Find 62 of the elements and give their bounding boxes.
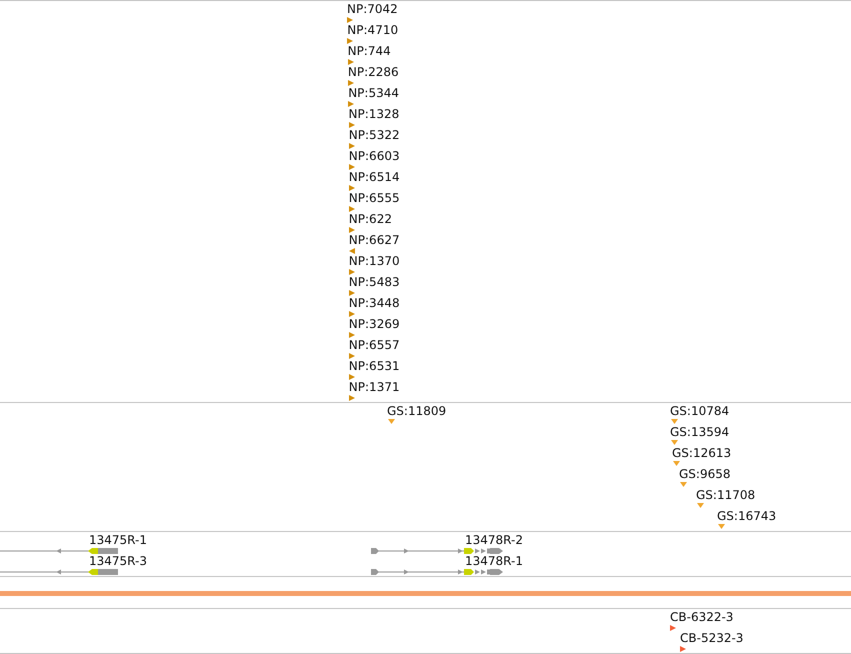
feature-label: GS:13594 [670, 425, 730, 439]
triangle-marker-icon[interactable] [348, 248, 355, 254]
feature-label: NP:3269 [348, 317, 400, 331]
feature-label: NP:5344 [348, 86, 399, 100]
triangle-marker-icon[interactable] [348, 185, 355, 191]
feature-label: GS:9658 [679, 467, 730, 481]
triangle-marker-icon[interactable] [348, 353, 355, 359]
triangle-marker-icon[interactable] [718, 524, 725, 529]
feature-label: NP:2286 [348, 65, 399, 79]
feature-label: NP:5322 [348, 128, 400, 142]
gene-label: 13475R-3 [89, 554, 147, 568]
feature-label: NP:7042 [347, 2, 398, 16]
triangle-marker-icon[interactable] [348, 395, 355, 401]
triangle-marker-icon[interactable] [673, 461, 680, 466]
triangle-marker-icon[interactable] [348, 143, 355, 149]
feature-label: NP:1371 [348, 380, 400, 394]
triangle-marker-icon[interactable] [348, 374, 355, 380]
triangle-marker-icon[interactable] [388, 419, 395, 424]
feature-label: NP:5483 [348, 275, 400, 289]
triangle-marker-icon[interactable] [348, 290, 355, 296]
triangle-marker-icon[interactable] [680, 646, 686, 652]
feature-label: GS:16743 [717, 509, 776, 523]
triangle-marker-icon[interactable] [670, 625, 676, 631]
gene-label: 13478R-1 [465, 554, 523, 568]
triangle-marker-icon[interactable] [348, 164, 355, 170]
feature-label: NP:3448 [348, 296, 400, 310]
feature-label: GS:11708 [696, 488, 756, 502]
feature-label: NP:6603 [348, 149, 400, 163]
feature-label: NP:1370 [348, 254, 400, 268]
gene-label: 13475R-1 [89, 533, 147, 547]
triangle-marker-icon[interactable] [347, 38, 354, 44]
feature-label: NP:6627 [348, 233, 400, 247]
gene-model-drawing[interactable] [0, 547, 120, 555]
feature-label: CB-6322-3 [670, 610, 734, 624]
triangle-marker-icon[interactable] [671, 419, 678, 424]
triangle-marker-icon[interactable] [348, 101, 354, 107]
feature-label: NP:6514 [348, 170, 400, 184]
feature-label: NP:6557 [348, 338, 400, 352]
feature-label: CB-5232-3 [680, 631, 744, 645]
triangle-marker-icon[interactable] [348, 122, 354, 128]
triangle-marker-icon[interactable] [348, 269, 355, 275]
triangle-marker-icon[interactable] [697, 503, 704, 508]
triangle-marker-icon[interactable] [347, 17, 353, 23]
feature-label: NP:6555 [348, 191, 400, 205]
gene-model-drawing[interactable] [0, 568, 120, 576]
feature-label: NP:1328 [348, 107, 400, 121]
feature-label: GS:11809 [387, 404, 446, 418]
gene-label: 13478R-2 [465, 533, 523, 547]
triangle-marker-icon[interactable] [348, 206, 355, 212]
feature-label: GS:12613 [672, 446, 732, 460]
triangle-marker-icon[interactable] [671, 440, 678, 445]
feature-label: NP:6531 [348, 359, 400, 373]
triangle-marker-icon[interactable] [680, 482, 687, 487]
triangle-marker-icon[interactable] [348, 311, 355, 317]
triangle-marker-icon[interactable] [348, 332, 355, 338]
feature-label: GS:10784 [670, 404, 730, 418]
feature-label: NP:622 [348, 212, 392, 226]
triangle-marker-icon[interactable] [348, 227, 355, 233]
triangle-marker-icon[interactable] [348, 80, 354, 86]
triangle-marker-icon[interactable] [348, 59, 354, 65]
feature-label: NP:744 [348, 44, 391, 58]
feature-label: NP:4710 [347, 23, 398, 37]
